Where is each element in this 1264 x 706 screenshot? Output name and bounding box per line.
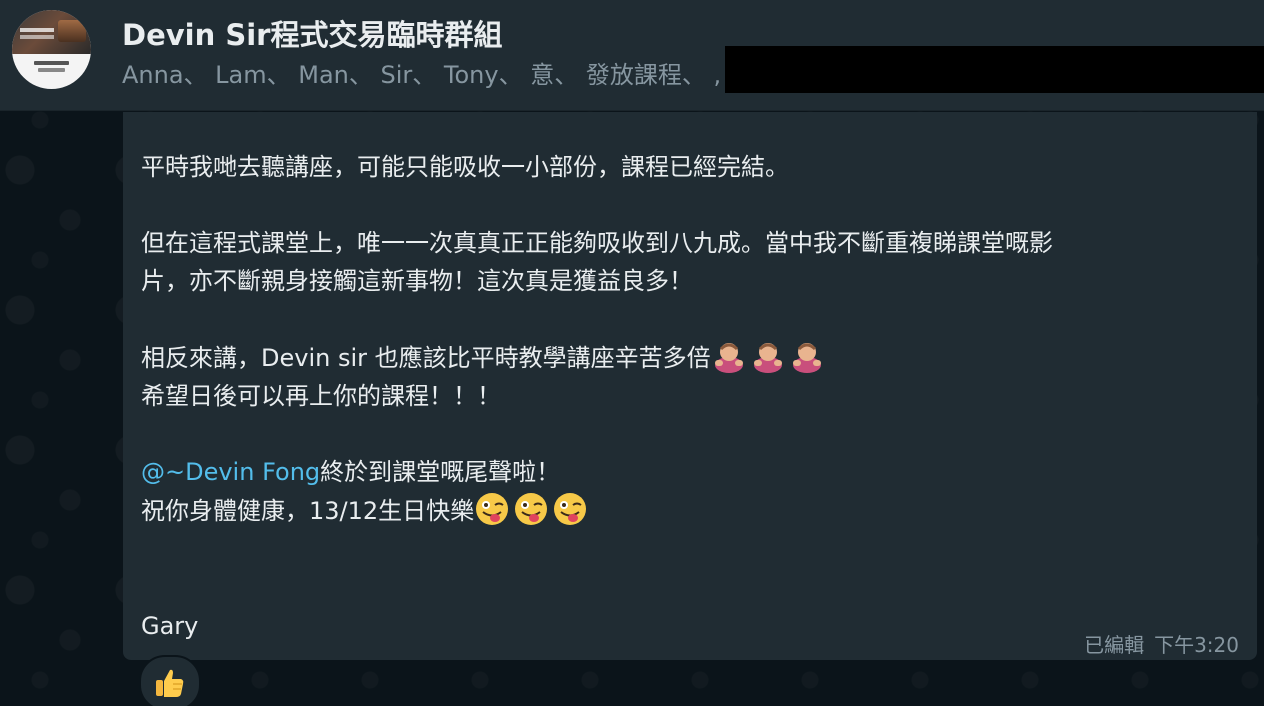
message-text: 平時我哋去聽講座，可能只能吸收一小部份，課程已經完結。 但在這程式課堂上，唯一一… xyxy=(141,148,1241,530)
group-avatar[interactable] xyxy=(12,10,91,89)
message-signature: Gary xyxy=(141,612,199,640)
bowing-person-emoji-icon xyxy=(714,343,743,373)
winking-tongue-emoji-icon xyxy=(476,493,509,525)
bowing-person-emoji-icon xyxy=(792,343,821,373)
mention-link[interactable]: @~Devin Fong xyxy=(141,458,320,486)
message-line: 祝你身體健康，13/12生日快樂 xyxy=(141,491,1241,530)
message-line: 相反來講，Devin sir 也應該比平時教學講座辛苦多倍 xyxy=(141,338,1241,377)
chat-window: Devin Sir程式交易臨時群組 Anna、 Lam、 Man、 Sir、 T… xyxy=(0,0,1264,706)
message-line: 片，亦不斷親身接觸這新事物！這次真是獲益良多！ xyxy=(141,267,693,295)
redaction-box xyxy=(725,46,1264,93)
bowing-person-emoji-icon xyxy=(753,343,782,373)
message-line: 但在這程式課堂上，唯一一次真真正正能夠吸收到八九成。當中我不斷重複睇課堂嘅影 xyxy=(141,229,1053,257)
winking-tongue-emoji-icon xyxy=(515,493,548,525)
message-line-text: 終於到課堂嘅尾聲啦！ xyxy=(320,458,561,486)
edited-label: 已編輯 xyxy=(1084,633,1145,657)
chat-header[interactable]: Devin Sir程式交易臨時群組 Anna、 Lam、 Man、 Sir、 T… xyxy=(0,0,1264,111)
thumbs-up-icon xyxy=(156,669,184,697)
avatar-caption xyxy=(12,58,91,75)
winking-tongue-emoji-icon xyxy=(554,493,587,525)
reaction-badge[interactable] xyxy=(139,655,201,706)
avatar-photo xyxy=(12,10,91,54)
message-line-text: 祝你身體健康，13/12生日快樂 xyxy=(141,497,475,525)
message-line-text: 相反來講，Devin sir 也應該比平時教學講座辛苦多倍 xyxy=(141,344,711,372)
message-time: 下午3:20 xyxy=(1154,633,1239,657)
message-bubble[interactable]: 平時我哋去聽講座，可能只能吸收一小部份，課程已經完結。 但在這程式課堂上，唯一一… xyxy=(123,112,1257,660)
message-line: 平時我哋去聽講座，可能只能吸收一小部份，課程已經完結。 xyxy=(141,153,789,181)
message-meta: 已編輯 下午3:20 xyxy=(1084,629,1239,658)
message-line: 希望日後可以再上你的課程！！！ xyxy=(141,382,501,410)
group-title[interactable]: Devin Sir程式交易臨時群組 xyxy=(122,12,502,54)
group-members-list[interactable]: Anna、 Lam、 Man、 Sir、 Tony、 意、 發放課程、 , xyxy=(122,55,721,90)
message-line: @~Devin Fong終於到課堂嘅尾聲啦！ xyxy=(141,453,1241,491)
